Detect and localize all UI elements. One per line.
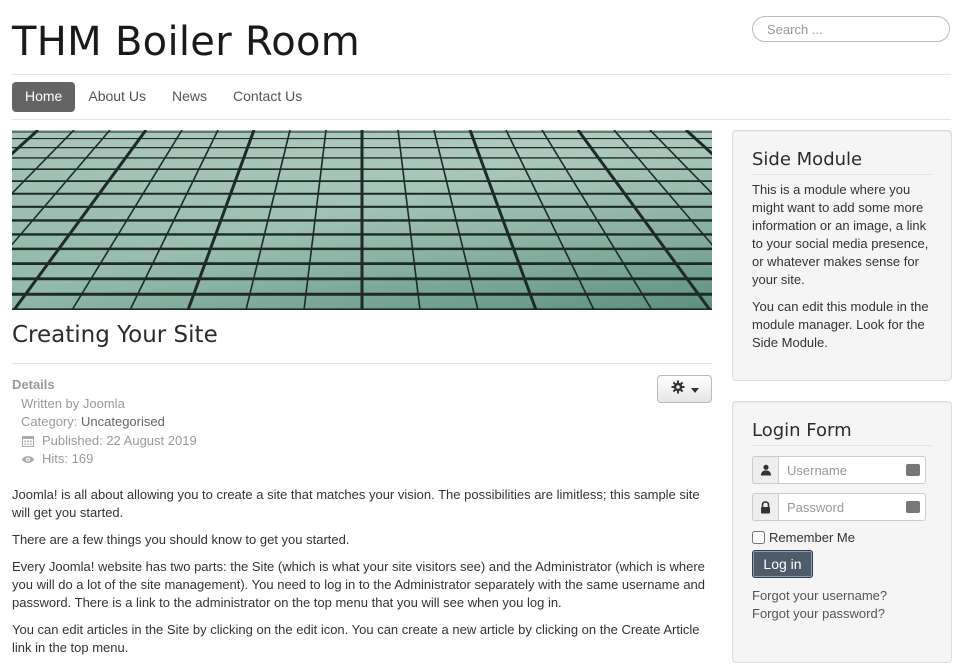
published: Published: 22 August 2019 xyxy=(12,432,197,451)
login-module: Login Form Remember Me Log in Forgot you… xyxy=(732,401,952,663)
side-module-title: Side Module xyxy=(752,147,932,175)
article-title: Creating Your Site xyxy=(12,322,218,348)
remember-me-checkbox[interactable] xyxy=(752,531,765,544)
header-divider xyxy=(12,74,951,75)
remember-me-label: Remember Me xyxy=(769,530,855,545)
written-by: Written by Joomla xyxy=(12,395,197,414)
user-icon xyxy=(752,456,778,484)
category-link[interactable]: Uncategorised xyxy=(81,413,165,432)
published-text: Published: 22 August 2019 xyxy=(42,432,197,448)
article-paragraph: You can edit articles in the Site by cli… xyxy=(12,621,700,655)
category-label: Category: xyxy=(21,414,78,429)
forgot-username-link[interactable]: Forgot your username? xyxy=(752,587,932,605)
login-button[interactable]: Log in xyxy=(752,550,813,578)
article-details: Details Written by Joomla Category: Unca… xyxy=(12,376,197,469)
remember-me[interactable]: Remember Me xyxy=(752,530,932,545)
article-paragraph: There are a few things you should know t… xyxy=(12,531,350,547)
nav-divider xyxy=(12,119,951,120)
login-title: Login Form xyxy=(752,418,932,446)
side-module-text: This is a module where you might want to… xyxy=(752,182,929,287)
details-heading: Details xyxy=(12,377,55,392)
eye-icon xyxy=(21,455,35,464)
lock-icon xyxy=(752,493,778,521)
gear-icon xyxy=(671,380,685,399)
caret-down-icon xyxy=(690,380,699,398)
password-field[interactable] xyxy=(779,494,925,520)
article-body: Joomla! is all about allowing you to cre… xyxy=(12,486,712,666)
category: Category: Uncategorised xyxy=(12,413,197,432)
site-title[interactable]: THM Boiler Room xyxy=(12,14,360,70)
written-by-text: Written by Joomla xyxy=(21,395,125,411)
hits: Hits: 169 xyxy=(12,450,197,469)
article-paragraph: Joomla! is all about allowing you to cre… xyxy=(12,487,700,521)
keyboard-icon[interactable] xyxy=(906,464,920,476)
password-group xyxy=(752,493,926,521)
nav-item-news[interactable]: News xyxy=(159,82,220,112)
calendar-icon xyxy=(21,435,35,447)
side-module-text: You can edit this module in the module m… xyxy=(752,299,929,350)
side-module: Side Module This is a module where you m… xyxy=(732,130,952,381)
username-group xyxy=(752,456,926,484)
search-input[interactable] xyxy=(752,16,950,42)
title-divider xyxy=(12,363,712,364)
nav-item-about-us[interactable]: About Us xyxy=(75,82,159,112)
forgot-password-link[interactable]: Forgot your password? xyxy=(752,605,932,623)
nav-item-home[interactable]: Home xyxy=(12,82,76,112)
hits-text: Hits: 169 xyxy=(42,451,94,466)
banner-image xyxy=(12,130,712,310)
nav-item-contact-us[interactable]: Contact Us xyxy=(220,82,315,112)
main-nav: Home About Us News Contact Us xyxy=(12,82,315,112)
keyboard-icon[interactable] xyxy=(906,501,920,513)
username-field[interactable] xyxy=(779,457,925,483)
article-tools-button[interactable] xyxy=(657,375,712,403)
article-paragraph: Every Joomla! website has two parts: the… xyxy=(12,558,706,611)
